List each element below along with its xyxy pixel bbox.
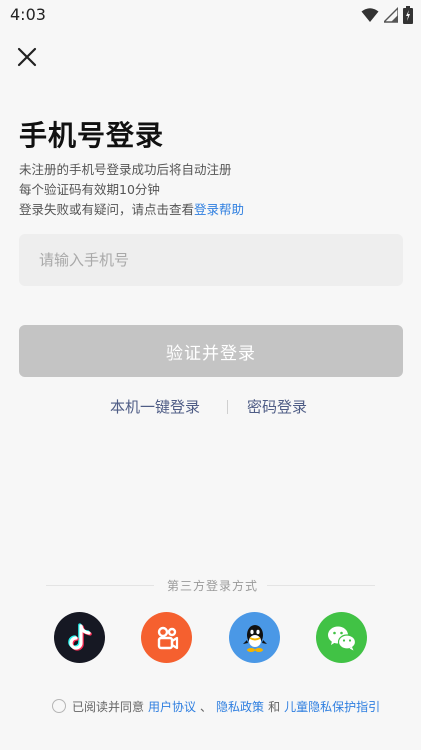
phone-number-input[interactable] — [19, 234, 403, 286]
alt-login-row: 本机一键登录 密码登录 — [0, 396, 421, 420]
tiktok-icon — [67, 622, 92, 651]
kuaishou-login-button[interactable] — [141, 612, 192, 663]
login-hints: 未注册的手机号登录成功后将自动注册 每个验证码有效期10分钟 登录失败或有疑问，… — [19, 160, 244, 220]
agreement-checkbox[interactable] — [52, 699, 66, 713]
wechat-login-button[interactable] — [316, 612, 367, 663]
wifi-icon — [361, 8, 379, 22]
agreement-and: 和 — [268, 699, 281, 714]
hint-auto-register: 未注册的手机号登录成功后将自动注册 — [19, 162, 232, 177]
password-login-link[interactable]: 密码登录 — [247, 396, 307, 417]
status-bar: 4:03 — [0, 0, 421, 32]
third-party-label: 第三方登录方式 — [167, 579, 259, 593]
hint-help: 登录失败或有疑问，请点击查看登录帮助 — [19, 200, 244, 220]
hint-code-validity: 每个验证码有效期10分钟 — [19, 182, 160, 197]
battery-icon — [403, 6, 413, 24]
agreement-separator: 、 — [200, 699, 213, 714]
page-title: 手机号登录 — [19, 119, 165, 152]
login-help-link[interactable]: 登录帮助 — [194, 202, 244, 217]
status-icons — [361, 6, 413, 24]
divider-right — [267, 585, 375, 586]
privacy-policy-link[interactable]: 隐私政策 — [216, 698, 264, 715]
third-party-header: 第三方登录方式 — [0, 577, 421, 595]
verify-login-button[interactable]: 验证并登录 — [19, 325, 403, 377]
hint-help-text: 登录失败或有疑问，请点击查看 — [19, 202, 195, 217]
divider-left — [46, 585, 154, 586]
agreement-row: 已阅读并同意 用户协议 、 隐私政策 和 儿童隐私保护指引 — [52, 697, 380, 715]
status-time: 4:03 — [10, 5, 46, 24]
qq-icon — [242, 624, 267, 652]
tiktok-login-button[interactable] — [54, 612, 105, 663]
signal-icon — [384, 7, 398, 23]
close-icon — [17, 47, 37, 67]
child-privacy-link[interactable]: 儿童隐私保护指引 — [284, 698, 380, 715]
one-click-login-link[interactable]: 本机一键登录 — [110, 396, 200, 417]
agreement-prefix: 已阅读并同意 — [72, 699, 145, 714]
alt-divider — [227, 400, 228, 414]
user-agreement-link[interactable]: 用户协议 — [148, 698, 196, 715]
close-button[interactable] — [14, 44, 40, 70]
qq-login-button[interactable] — [229, 612, 280, 663]
kuaishou-icon — [157, 626, 178, 649]
wechat-icon — [327, 626, 356, 650]
